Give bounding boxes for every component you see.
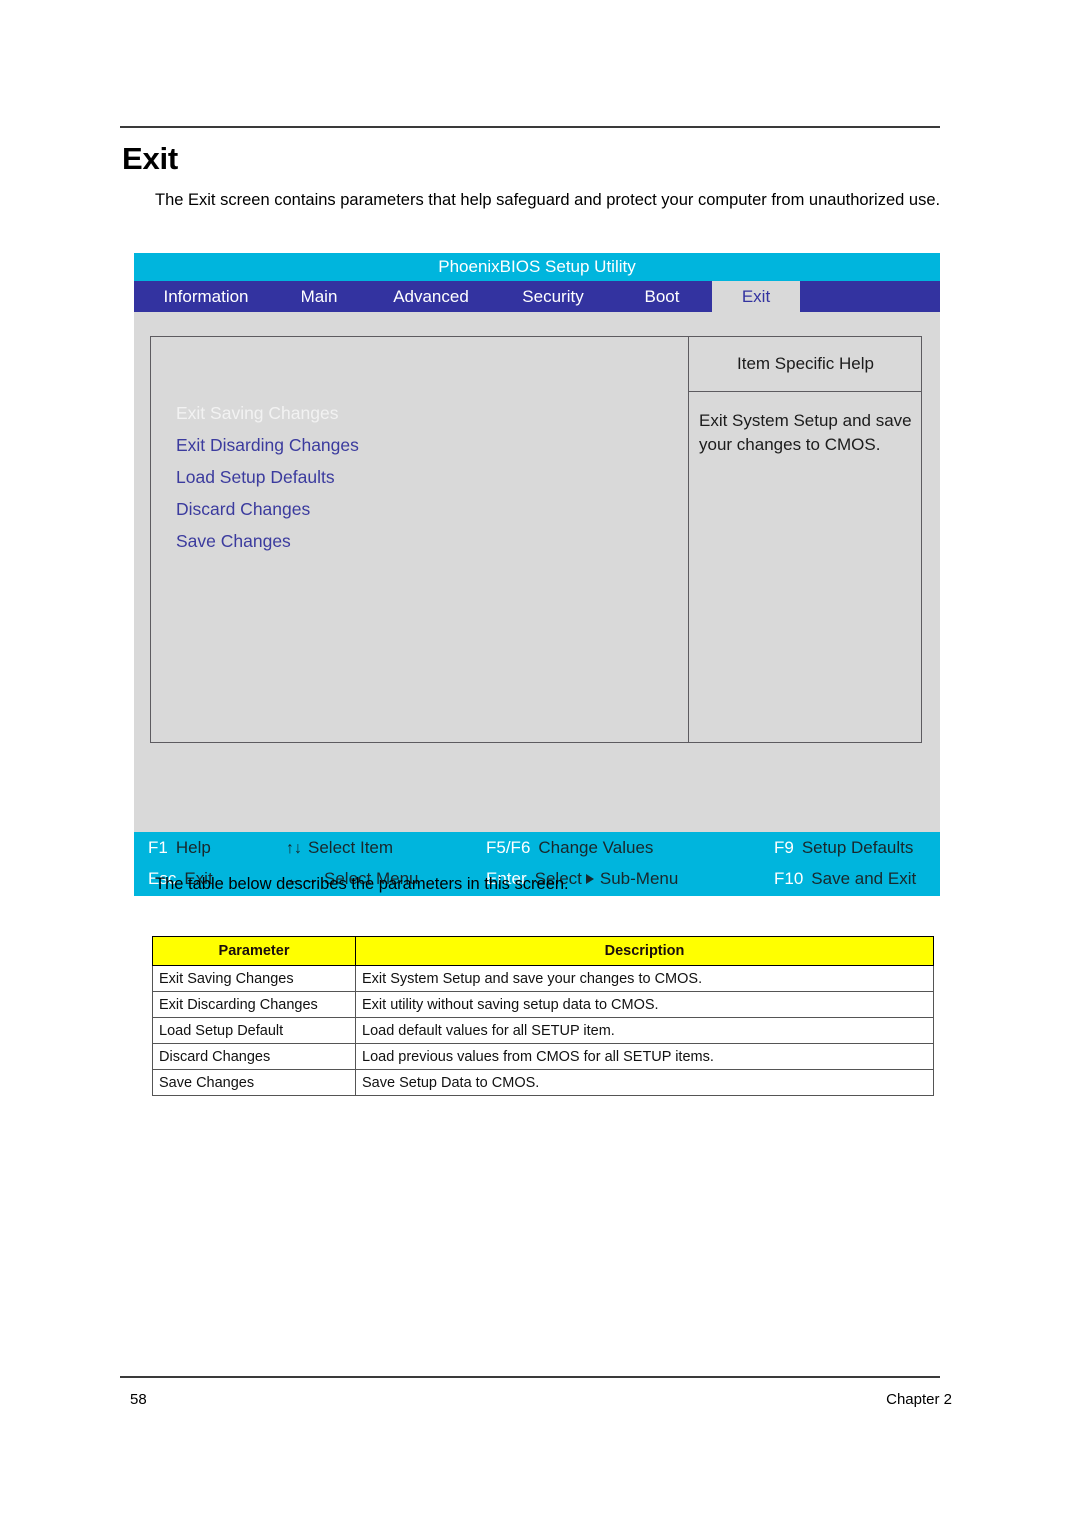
table-cell-description: Exit utility without saving setup data t… [355,991,934,1018]
chapter-label: Chapter 2 [886,1391,952,1408]
parameters-table: Parameter Description Exit Saving Change… [152,936,934,1096]
table-cell-parameter: Save Changes [152,1069,356,1096]
table-cell-description: Load default values for all SETUP item. [355,1017,934,1044]
bios-setup-window: PhoenixBIOS Setup Utility Information Mai… [134,253,940,896]
sub-menu-arrow-icon [585,874,594,885]
bios-tab-bar: Information Main Advanced Security Boot Exit [134,281,940,312]
function-key-entry[interactable]: F10 Save and Exit [774,863,916,894]
function-key-name: F5/F6 [486,838,531,857]
bios-menu-list: Exit Saving Changes Exit Disarding Change… [176,397,656,557]
function-key-name: F1 [148,838,168,857]
table-cell-description: Save Setup Data to CMOS. [355,1069,934,1096]
function-key-label: Select Item [308,838,394,857]
table-header-row: Parameter Description [152,936,934,966]
bios-tab-boot[interactable]: Boot [612,281,712,312]
page-title: Exit [122,141,179,176]
table-cell-parameter: Discard Changes [152,1043,356,1070]
function-key-label: Help [175,838,211,857]
document-page: Exit The Exit screen contains parameters… [0,0,1080,1528]
help-divider [689,391,922,392]
bios-tab-security[interactable]: Security [494,281,612,312]
function-key-row-1: F1 Help ↑↓ Select Item F5/F6 Change Values F9 S… [134,832,940,863]
table-body: Exit Saving Changes Exit System Setup and… [152,965,934,1096]
function-key-entry[interactable]: F1 Help [148,832,211,863]
table-intro-paragraph: The table below describes the parameters… [155,875,569,893]
table-cell-parameter: Exit Saving Changes [152,965,356,992]
table-row: Exit Saving Changes Exit System Setup and… [152,965,934,992]
bios-tab-exit[interactable]: Exit [712,281,800,312]
header-rule [120,126,940,128]
table-header-description: Description [355,936,934,966]
function-key-label: Change Values [538,838,654,857]
bios-tab-information[interactable]: Information [142,281,270,312]
bios-menu-item[interactable]: Save Changes [176,525,656,557]
function-key-entry[interactable]: ↑↓ Select Item [286,832,393,863]
arrow-keys-icon: ↑↓ [286,840,302,857]
intro-paragraph: The Exit screen contains parameters that… [155,191,941,209]
item-specific-help-title: Item Specific Help [737,354,874,373]
table-header-parameter: Parameter [152,936,356,966]
function-key-name: F10 [774,869,804,888]
function-key-label: Save and Exit [811,869,917,888]
table-head: Parameter Description [152,936,934,966]
function-key-entry[interactable]: F9 Setup Defaults [774,832,913,863]
bios-menu-item[interactable]: Load Setup Defaults [176,461,656,493]
function-key-name: F9 [774,838,794,857]
bios-body: Exit Saving Changes Exit Disarding Change… [134,312,940,896]
bios-title: PhoenixBIOS Setup Utility [134,253,940,281]
bios-menu-item[interactable]: Exit Disarding Changes [176,429,656,461]
table-cell-parameter: Exit Discarding Changes [152,991,356,1018]
function-key-label: Setup Defaults [801,838,914,857]
table-cell-description: Load previous values from CMOS for all S… [355,1043,934,1070]
bios-tab-main[interactable]: Main [270,281,368,312]
bios-content-frame: Exit Saving Changes Exit Disarding Change… [150,336,922,743]
footer-rule [120,1376,940,1378]
function-key-sublabel: Sub-Menu [599,869,679,888]
table-row: Save Changes Save Setup Data to CMOS. [152,1069,934,1096]
bios-menu-item[interactable]: Discard Changes [176,493,656,525]
page-number: 58 [130,1391,147,1408]
table-row: Load Setup Default Load default values fo… [152,1017,934,1044]
bios-menu-item[interactable]: Exit Saving Changes [176,397,656,429]
bios-tab-advanced[interactable]: Advanced [368,281,494,312]
table-row: Exit Discarding Changes Exit utility with… [152,991,934,1018]
function-key-entry[interactable]: F5/F6 Change Values [486,832,653,863]
table-cell-parameter: Load Setup Default [152,1017,356,1044]
item-specific-help-text: Exit System Setup and save your changes … [699,411,912,454]
content-divider [688,337,689,742]
table-cell-description: Exit System Setup and save your changes … [355,965,934,992]
table-row: Discard Changes Load previous values from… [152,1043,934,1070]
